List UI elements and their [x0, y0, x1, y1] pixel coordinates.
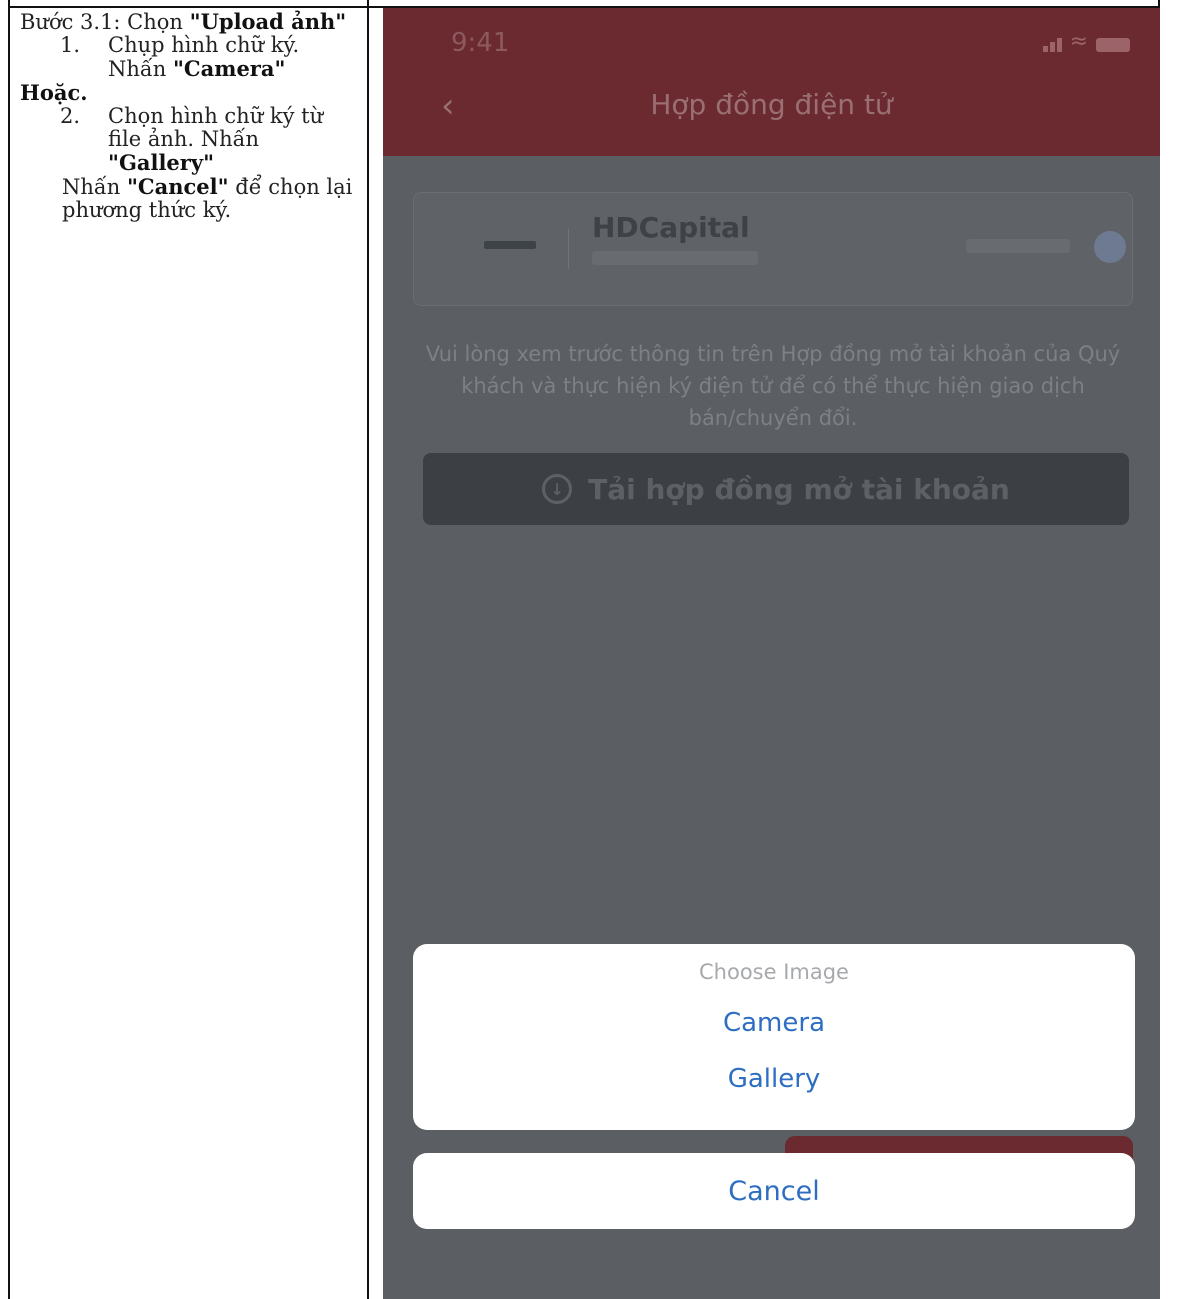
cancel-note: Nhấn "Cancel" để chọn lại phương thức ký…: [62, 174, 353, 222]
or-label: Hoặc.: [20, 80, 88, 105]
app-header: 9:41 ≈ ‹ Hợp đồng điện tử: [383, 8, 1160, 156]
camera-option[interactable]: Camera: [413, 1008, 1135, 1038]
account-number-blurred: [592, 251, 758, 265]
instruction-cell: Bước 3.1: Chọn "Upload ảnh" 1. Chụp hình…: [20, 10, 360, 222]
cancel-button[interactable]: Cancel: [413, 1153, 1135, 1229]
wifi-icon: ≈: [1069, 29, 1088, 54]
signal-icon: [1042, 38, 1062, 52]
step-heading: Bước 3.1: Chọn "Upload ảnh": [20, 9, 347, 34]
status-time: 9:41: [451, 28, 510, 58]
gallery-option[interactable]: Gallery: [413, 1064, 1135, 1094]
action-sheet-title: Choose Image: [699, 960, 849, 984]
instruction-item-camera: 1. Chụp hình chữ ký. Nhấn "Camera": [60, 33, 300, 81]
hdcapital-logo: [458, 229, 569, 269]
download-contract-button[interactable]: ↓ Tải hợp đồng mở tài khoản: [423, 453, 1129, 525]
page-title: Hợp đồng điện tử: [650, 88, 893, 121]
choose-image-action-sheet: Choose Image Camera Gallery: [413, 944, 1135, 1130]
fund-name: HDCapital: [592, 211, 750, 244]
download-icon: ↓: [542, 474, 573, 504]
table-left-border: [8, 0, 10, 1299]
instruction-item-gallery: 2. Chọn hình chữ ký từ file ảnh. Nhấn "G…: [60, 104, 324, 175]
check-circle-icon: [1094, 231, 1126, 263]
battery-icon: [1096, 38, 1130, 52]
instruction-list-2: 2. Chọn hình chữ ký từ file ảnh. Nhấn "G…: [20, 105, 360, 175]
instruction-list: 1. Chụp hình chữ ký. Nhấn "Camera": [20, 34, 360, 81]
contract-description: Vui lòng xem trước thông tin trên Hợp đồ…: [425, 342, 1121, 430]
phone-screenshot: 9:41 ≈ ‹ Hợp đồng điện tử HDCapital Vui …: [383, 8, 1160, 1299]
status-icons: ≈: [1042, 29, 1130, 54]
fund-card[interactable]: HDCapital: [413, 192, 1133, 306]
table-column-divider: [367, 0, 369, 1299]
sign-status-blurred: [966, 239, 1070, 253]
download-contract-label: Tải hợp đồng mở tài khoản: [588, 472, 1010, 506]
